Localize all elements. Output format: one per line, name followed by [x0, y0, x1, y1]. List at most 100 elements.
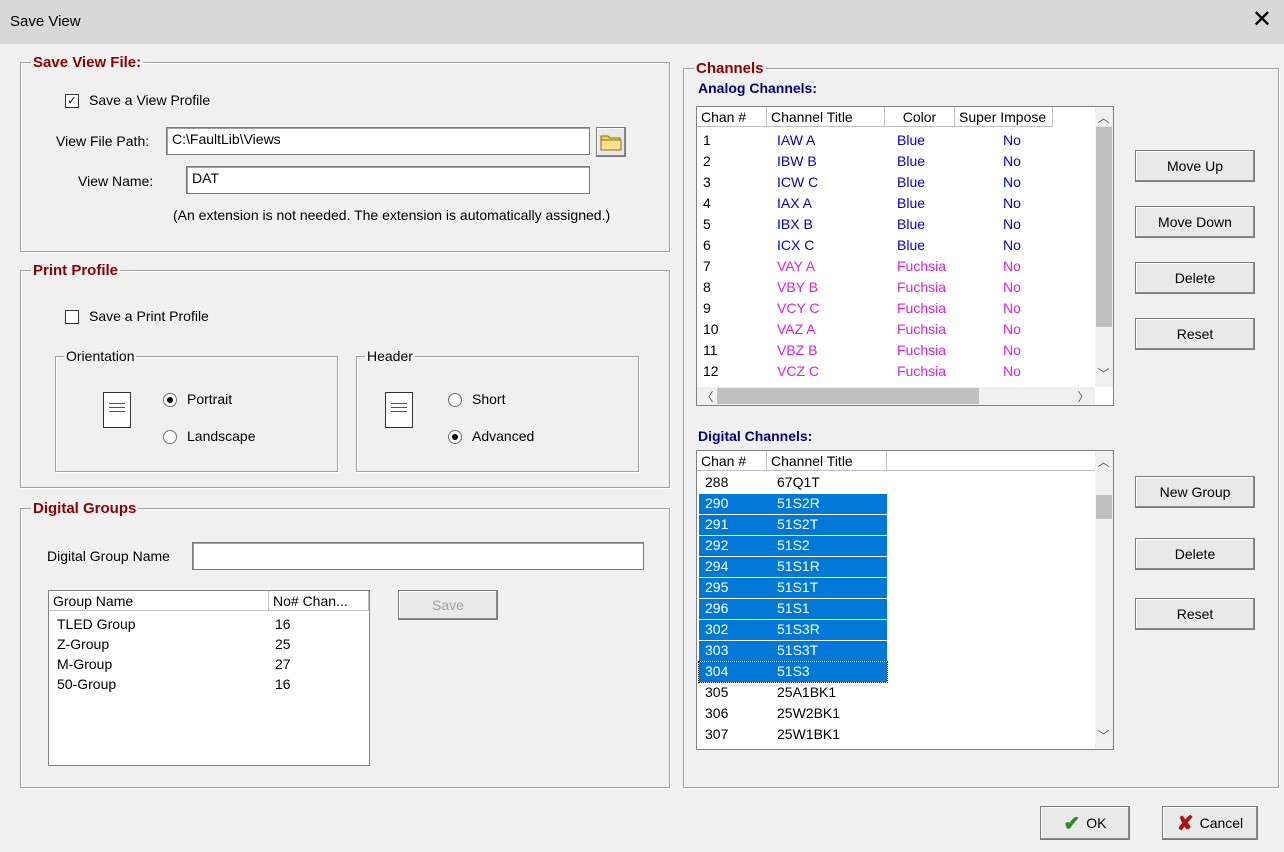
analog-superimpose-cell[interactable]: No	[1003, 299, 1021, 317]
analog-superimpose-cell[interactable]: No	[1003, 215, 1021, 233]
analog-chan-cell[interactable]: 7	[703, 257, 711, 275]
analog-chan-cell[interactable]: 8	[703, 278, 711, 296]
column-header-super-impose[interactable]: Super Impose	[955, 107, 1053, 127]
analog-title-cell[interactable]: ICX C	[777, 236, 814, 254]
analog-superimpose-cell[interactable]: No	[1003, 278, 1021, 296]
analog-color-cell[interactable]: Fuchsia	[897, 257, 946, 275]
analog-hscroll-thumb[interactable]	[717, 388, 979, 404]
group-name-cell[interactable]: 50-Group	[57, 675, 116, 693]
analog-chan-cell[interactable]: 9	[703, 299, 711, 317]
digital-channel-row[interactable]: 305 25A1BK1	[699, 683, 887, 703]
column-header-no-chan[interactable]: No# Chan...	[269, 591, 369, 611]
analog-title-cell[interactable]: VAY A	[777, 257, 815, 275]
save-print-profile-checkbox[interactable]	[65, 310, 79, 324]
digital-channel-row[interactable]: 306 25W2BK1	[699, 704, 887, 724]
analog-color-cell[interactable]: Fuchsia	[897, 362, 946, 380]
analog-title-cell[interactable]: IAW A	[777, 131, 815, 149]
analog-superimpose-cell[interactable]: No	[1003, 320, 1021, 338]
group-count-cell[interactable]: 25	[275, 635, 291, 653]
digital-channel-row[interactable]: 304 51S3	[698, 661, 888, 683]
save-view-profile-checkbox[interactable]: ✓	[65, 94, 79, 108]
digital-channel-row[interactable]: 307 25W1BK1	[699, 725, 887, 745]
scroll-left-icon[interactable]: 〈	[699, 388, 716, 405]
column-header-color[interactable]: Color	[885, 107, 955, 127]
group-count-cell[interactable]: 27	[275, 655, 291, 673]
analog-title-cell[interactable]: VCY C	[777, 299, 820, 317]
move-up-button[interactable]: Move Up	[1135, 150, 1255, 182]
digital-channel-row[interactable]: 294 51S1R	[699, 557, 887, 577]
digital-channel-row[interactable]: 291 51S2T	[699, 515, 887, 535]
column-header-channel-title[interactable]: Channel Title	[767, 451, 887, 471]
analog-chan-cell[interactable]: 12	[703, 362, 719, 380]
analog-color-cell[interactable]: Blue	[897, 131, 925, 149]
digital-channels-list[interactable]: Chan # Channel Title 288 67Q1T 290 51S2R 291…	[696, 450, 1114, 750]
move-down-button[interactable]: Move Down	[1135, 206, 1255, 238]
analog-superimpose-cell[interactable]: No	[1003, 257, 1021, 275]
analog-color-cell[interactable]: Fuchsia	[897, 320, 946, 338]
analog-superimpose-cell[interactable]: No	[1003, 341, 1021, 359]
analog-chan-cell[interactable]: 4	[703, 194, 711, 212]
digital-groups-list[interactable]: Group Name No# Chan... TLED Group 16 Z-Gro…	[48, 590, 370, 766]
digital-channel-row[interactable]: 295 51S1T	[699, 578, 887, 598]
analog-color-cell[interactable]: Blue	[897, 173, 925, 191]
analog-channels-list[interactable]: Chan # Channel Title Color Super Impose …	[696, 106, 1114, 406]
digital-group-name-input[interactable]	[192, 542, 644, 570]
analog-chan-cell[interactable]: 3	[703, 173, 711, 191]
advanced-radio[interactable]	[448, 430, 462, 444]
analog-chan-cell[interactable]: 1	[703, 131, 711, 149]
analog-title-cell[interactable]: VBZ B	[777, 341, 817, 359]
save-group-button[interactable]: Save	[398, 590, 498, 620]
delete-channel-button[interactable]: Delete	[1135, 262, 1255, 294]
delete-group-button[interactable]: Delete	[1135, 538, 1255, 570]
group-count-cell[interactable]: 16	[275, 675, 291, 693]
analog-superimpose-cell[interactable]: No	[1003, 362, 1021, 380]
analog-color-cell[interactable]: Fuchsia	[897, 341, 946, 359]
column-header-chan[interactable]: Chan #	[697, 451, 767, 471]
view-name-input[interactable]: DAT	[186, 166, 590, 194]
analog-superimpose-cell[interactable]: No	[1003, 194, 1021, 212]
portrait-radio[interactable]	[163, 393, 177, 407]
analog-title-cell[interactable]: IBX B	[777, 215, 813, 233]
column-header-channel-title[interactable]: Channel Title	[767, 107, 885, 127]
digital-channel-row[interactable]: 288 67Q1T	[699, 473, 887, 493]
analog-color-cell[interactable]: Blue	[897, 236, 925, 254]
analog-superimpose-cell[interactable]: No	[1003, 236, 1021, 254]
scroll-up-icon[interactable]: ︿	[1095, 453, 1112, 470]
analog-title-cell[interactable]: IBW B	[777, 152, 817, 170]
analog-color-cell[interactable]: Blue	[897, 152, 925, 170]
group-name-cell[interactable]: TLED Group	[57, 615, 136, 633]
column-header-group-name[interactable]: Group Name	[49, 591, 269, 611]
analog-color-cell[interactable]: Fuchsia	[897, 278, 946, 296]
digital-channel-row[interactable]: 296 51S1	[699, 599, 887, 619]
scroll-up-icon[interactable]: ︿	[1095, 109, 1112, 126]
ok-button[interactable]: ✔ OK	[1040, 806, 1130, 840]
analog-title-cell[interactable]: VAZ A	[777, 320, 816, 338]
analog-color-cell[interactable]: Blue	[897, 215, 925, 233]
analog-vertical-scrollbar[interactable]: ︿ ﹀	[1095, 107, 1113, 387]
group-count-cell[interactable]: 16	[275, 615, 291, 633]
column-header-chan[interactable]: Chan #	[697, 107, 767, 127]
analog-title-cell[interactable]: VCZ C	[777, 362, 819, 380]
analog-horizontal-scrollbar[interactable]: 〈 〉	[697, 387, 1095, 405]
analog-chan-cell[interactable]: 10	[703, 320, 719, 338]
digital-vscroll-thumb[interactable]	[1096, 495, 1112, 519]
scroll-down-icon[interactable]: ﹀	[1095, 365, 1112, 382]
close-icon[interactable]: ✕	[1252, 8, 1272, 32]
reset-group-button[interactable]: Reset	[1135, 598, 1255, 630]
analog-superimpose-cell[interactable]: No	[1003, 131, 1021, 149]
analog-title-cell[interactable]: IAX A	[777, 194, 812, 212]
new-group-button[interactable]: New Group	[1135, 476, 1255, 508]
analog-color-cell[interactable]: Blue	[897, 194, 925, 212]
digital-channel-row[interactable]: 290 51S2R	[699, 494, 887, 514]
group-name-cell[interactable]: Z-Group	[57, 635, 109, 653]
digital-channel-row[interactable]: 292 51S2	[699, 536, 887, 556]
analog-title-cell[interactable]: VBY B	[777, 278, 818, 296]
group-name-cell[interactable]: M-Group	[57, 655, 112, 673]
analog-superimpose-cell[interactable]: No	[1003, 173, 1021, 191]
scroll-right-icon[interactable]: 〉	[1075, 388, 1092, 405]
analog-chan-cell[interactable]: 11	[703, 341, 718, 359]
analog-title-cell[interactable]: ICW C	[777, 173, 818, 191]
digital-vertical-scrollbar[interactable]: ︿ ﹀	[1095, 451, 1113, 749]
analog-color-cell[interactable]: Fuchsia	[897, 299, 946, 317]
digital-channel-row[interactable]: 303 51S3T	[699, 641, 887, 661]
